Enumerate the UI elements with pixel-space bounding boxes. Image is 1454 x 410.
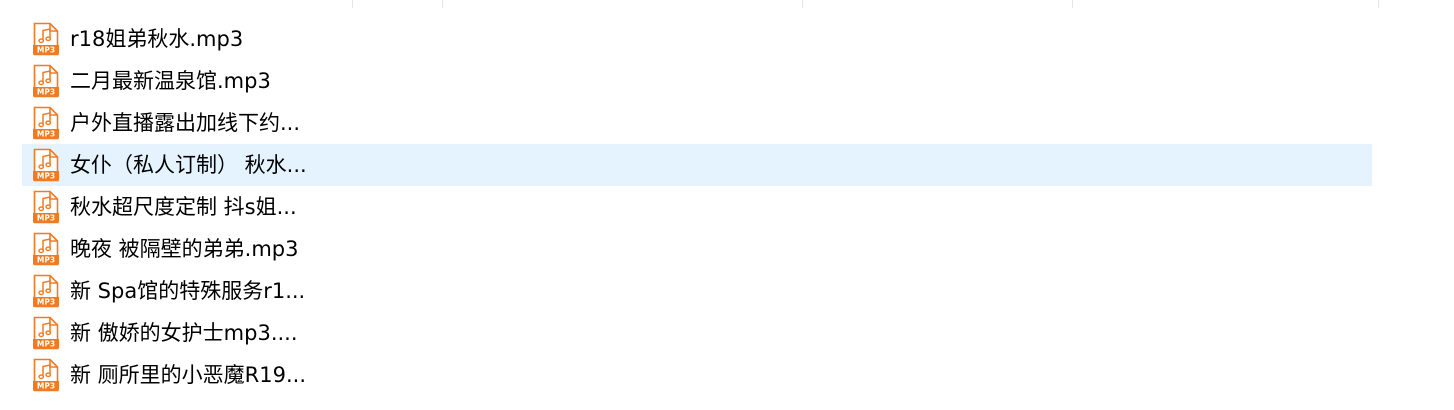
svg-text:MP3: MP3 — [37, 130, 55, 139]
svg-text:MP3: MP3 — [37, 46, 55, 55]
column-divider[interactable] — [802, 0, 803, 8]
column-divider[interactable] — [1378, 0, 1379, 8]
file-name: 晚夜 被隔壁的弟弟.mp3 — [70, 237, 299, 261]
mp3-file-icon: MP3 — [32, 274, 60, 308]
file-row[interactable]: MP3 二月最新温泉馆.mp3 — [22, 60, 1372, 102]
file-row[interactable]: MP3 新 厕所里的小恶魔R19... — [22, 354, 1372, 396]
mp3-file-icon: MP3 — [32, 232, 60, 266]
mp3-file-icon: MP3 — [32, 64, 60, 98]
svg-text:MP3: MP3 — [37, 382, 55, 391]
file-row[interactable]: MP3 女仆（私人订制） 秋水... — [22, 144, 1372, 186]
file-name: 户外直播露出加线下约... — [70, 111, 301, 135]
mp3-file-icon: MP3 — [32, 316, 60, 350]
file-name: 二月最新温泉馆.mp3 — [70, 69, 271, 93]
file-name: 新 傲娇的女护士mp3.... — [70, 321, 298, 345]
svg-text:MP3: MP3 — [37, 340, 55, 349]
file-row[interactable]: MP3 户外直播露出加线下约... — [22, 102, 1372, 144]
svg-text:MP3: MP3 — [37, 298, 55, 307]
mp3-file-icon: MP3 — [32, 106, 60, 140]
mp3-file-icon: MP3 — [32, 358, 60, 392]
mp3-file-icon: MP3 — [32, 22, 60, 56]
svg-text:MP3: MP3 — [37, 214, 55, 223]
file-row[interactable]: MP3 新 傲娇的女护士mp3.... — [22, 312, 1372, 354]
file-list: MP3 r18姐弟秋水.mp3 MP3 二月最新温泉馆.mp3 MP3 户外直播… — [22, 18, 1372, 396]
file-name: 女仆（私人订制） 秋水... — [70, 153, 307, 177]
svg-text:MP3: MP3 — [37, 256, 55, 265]
svg-text:MP3: MP3 — [37, 172, 55, 181]
file-name: 新 Spa馆的特殊服务r1... — [70, 279, 306, 303]
file-row[interactable]: MP3 秋水超尺度定制 抖s姐... — [22, 186, 1372, 228]
file-name: 秋水超尺度定制 抖s姐... — [70, 195, 297, 219]
column-divider[interactable] — [442, 0, 443, 8]
file-row[interactable]: MP3 r18姐弟秋水.mp3 — [22, 18, 1372, 60]
file-name: 新 厕所里的小恶魔R19... — [70, 363, 307, 387]
file-row[interactable]: MP3 新 Spa馆的特殊服务r1... — [22, 270, 1372, 312]
file-name: r18姐弟秋水.mp3 — [70, 27, 244, 51]
svg-text:MP3: MP3 — [37, 88, 55, 97]
column-divider[interactable] — [1072, 0, 1073, 8]
mp3-file-icon: MP3 — [32, 190, 60, 224]
column-divider[interactable] — [352, 0, 353, 8]
mp3-file-icon: MP3 — [32, 148, 60, 182]
file-row[interactable]: MP3 晚夜 被隔壁的弟弟.mp3 — [22, 228, 1372, 270]
